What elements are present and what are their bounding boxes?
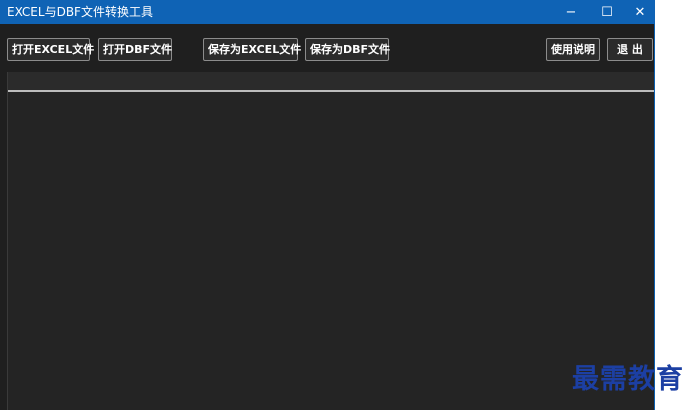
save-as-dbf-button[interactable]: 保存为DBF文件 bbox=[305, 38, 390, 61]
maximize-button[interactable]: ☐ bbox=[589, 0, 625, 24]
title-bar[interactable]: EXCEL与DBF文件转换工具 − ☐ ✕ bbox=[0, 0, 655, 24]
exit-button[interactable]: 退 出 bbox=[607, 38, 653, 61]
minimize-button[interactable]: − bbox=[553, 0, 589, 24]
save-as-excel-button[interactable]: 保存为EXCEL文件 bbox=[203, 38, 301, 61]
watermark-logo: 最需教育 bbox=[572, 364, 684, 395]
grid-body[interactable] bbox=[8, 92, 654, 410]
window-title: EXCEL与DBF文件转换工具 bbox=[7, 5, 153, 19]
open-dbf-button[interactable]: 打开DBF文件 bbox=[98, 38, 172, 61]
grid-header bbox=[8, 72, 654, 92]
data-grid[interactable] bbox=[7, 72, 654, 410]
open-excel-button[interactable]: 打开EXCEL文件 bbox=[7, 38, 94, 61]
close-button[interactable]: ✕ bbox=[622, 0, 658, 24]
app-window: EXCEL与DBF文件转换工具 − ☐ ✕ 打开EXCEL文件 打开DBF文件 … bbox=[0, 0, 655, 410]
help-button[interactable]: 使用说明 bbox=[546, 38, 600, 61]
toolbar: 打开EXCEL文件 打开DBF文件 保存为EXCEL文件 保存为DBF文件 使用… bbox=[0, 24, 654, 70]
